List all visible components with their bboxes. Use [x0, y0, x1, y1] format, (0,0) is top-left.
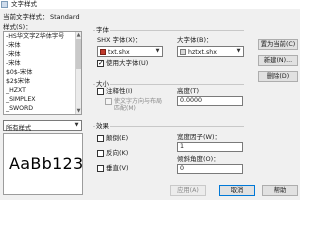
upside-down-label: 颠倒(E)	[106, 134, 129, 142]
chevron-down-icon[interactable]: ▼	[73, 122, 80, 129]
window-title: 文字样式	[11, 0, 37, 8]
list-item[interactable]: _HZXT	[6, 87, 26, 94]
shx-font-icon	[100, 49, 106, 55]
backwards-checkbox[interactable]	[97, 150, 104, 157]
match-orientation-label: 使文字方向与布局匹配(M)	[114, 98, 163, 112]
chevron-down-icon[interactable]: ▼	[154, 48, 161, 55]
scroll-thumb[interactable]	[76, 39, 81, 69]
vertical-checkbox[interactable]	[97, 165, 104, 172]
oblique-angle-label: 倾斜角度(O)：	[177, 155, 220, 163]
upside-down-checkbox[interactable]	[97, 135, 104, 142]
app-icon	[1, 1, 8, 8]
big-font-icon	[180, 49, 186, 55]
scroll-up-icon[interactable]: ▲	[76, 32, 81, 38]
current-style-value: Standard	[50, 13, 80, 21]
set-current-button[interactable]: 置为当前(C)	[258, 39, 298, 50]
list-item[interactable]: -宋体	[6, 42, 21, 49]
current-style-label: 当前文字样式：	[3, 13, 49, 21]
use-big-font-label: 使用大字体(U)	[106, 59, 149, 67]
font-group-label: 字体	[95, 26, 110, 34]
styles-scrollbar[interactable]: ▲ ▼	[75, 32, 81, 114]
height-input[interactable]: 0.0000	[177, 96, 243, 106]
list-item[interactable]: -宋体	[6, 51, 21, 58]
width-factor-label: 宽度因子(W)：	[177, 133, 221, 141]
use-big-font-checkbox[interactable]	[97, 59, 104, 67]
styles-label: 样式(S)：	[3, 23, 32, 31]
title-bar: 文字样式	[0, 0, 300, 9]
backwards-label: 反向(K)	[106, 149, 129, 157]
delete-style-button[interactable]: 删除(D)	[258, 71, 298, 82]
oblique-angle-input[interactable]: 0	[177, 164, 243, 174]
styles-list[interactable]: -HS华文字Z华体字号 -宋体 -宋体 -宋体 $0$-宋体 $2$宋体 _HZ…	[3, 31, 82, 115]
list-item[interactable]: $2$宋体	[6, 78, 30, 85]
annotative-checkbox[interactable]	[97, 88, 104, 95]
effects-group-label: 效果	[95, 122, 110, 130]
text-style-dialog: 文字样式 当前文字样式： Standard 样式(S)： -HS华文字Z华体字号…	[0, 0, 300, 200]
list-item[interactable]: -HS华文字Z华体字号	[6, 33, 64, 40]
list-item[interactable]: _SIMPLEX	[6, 96, 36, 103]
match-orientation-checkbox[interactable]	[105, 98, 112, 105]
list-item[interactable]: -宋体	[6, 60, 21, 67]
preview-sample: AaBb123	[9, 154, 84, 173]
width-factor-input[interactable]: 1	[177, 142, 243, 152]
big-font-select[interactable]: hztxt.shx ▼	[177, 46, 244, 57]
big-font-value: hztxt.shx	[188, 49, 217, 56]
chevron-down-icon[interactable]: ▼	[235, 48, 242, 55]
help-button[interactable]: 帮助	[262, 185, 298, 196]
shx-font-select[interactable]: txt.shx ▼	[97, 46, 163, 57]
list-item[interactable]: $0$-宋体	[6, 69, 32, 76]
big-font-label: 大字体(B)：	[177, 36, 213, 44]
cancel-button[interactable]: 取消	[219, 185, 255, 196]
list-item[interactable]: _SWORD	[6, 105, 33, 112]
new-style-button[interactable]: 新建(N)...	[258, 55, 298, 66]
scroll-down-icon[interactable]: ▼	[76, 108, 81, 114]
style-filter-select[interactable]: 所有样式 ▼	[3, 120, 82, 132]
apply-button[interactable]: 应用(A)	[170, 185, 206, 196]
preview-panel: AaBb123	[3, 133, 83, 195]
height-label: 高度(T)	[177, 87, 200, 95]
vertical-label: 垂直(V)	[106, 164, 129, 172]
style-filter-value: 所有样式	[6, 125, 32, 132]
shx-font-label: SHX 字体(X)：	[97, 36, 142, 44]
annotative-label: 注释性(I)	[106, 87, 133, 95]
shx-font-value: txt.shx	[108, 49, 130, 56]
